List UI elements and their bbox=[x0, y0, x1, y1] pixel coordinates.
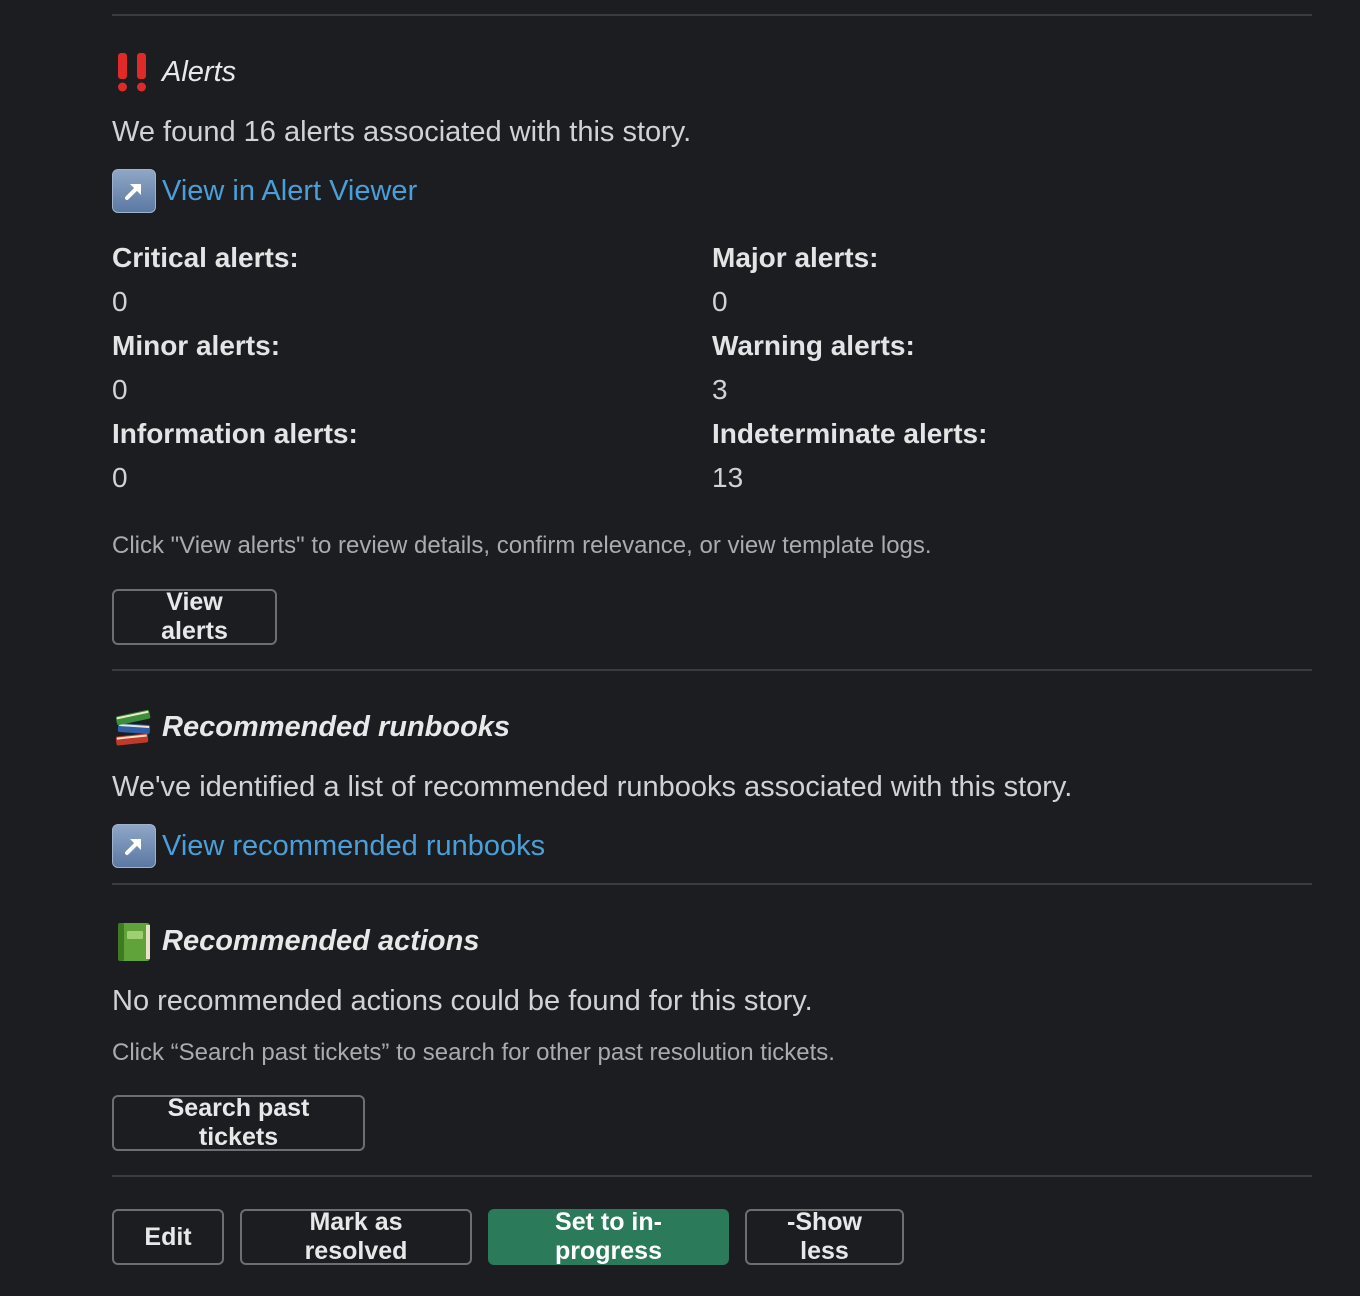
story-action-bar: Edit Mark as resolved Set to in-progress… bbox=[112, 1208, 1312, 1265]
story-details-panel: Alerts We found 16 alerts associated wit… bbox=[112, 0, 1312, 1265]
information-alerts-label: Information alerts: bbox=[112, 418, 358, 449]
warning-alerts: Warning alerts: 3 bbox=[712, 324, 1312, 412]
recommended-actions-hint: Click “Search past tickets” to search fo… bbox=[112, 1039, 835, 1066]
recommended-actions-section: Recommended actions No recommended actio… bbox=[112, 911, 1312, 1151]
actions-divider bbox=[112, 1175, 1312, 1177]
critical-alerts-label: Critical alerts: bbox=[112, 242, 299, 273]
major-alerts-label: Major alerts: bbox=[712, 242, 879, 273]
runbooks-divider bbox=[112, 883, 1312, 885]
mark-as-resolved-button[interactable]: Mark as resolved bbox=[240, 1208, 472, 1265]
alerts-hint: Click "View alerts" to review details, c… bbox=[112, 532, 932, 559]
major-alerts-value: 0 bbox=[712, 286, 728, 317]
show-less-button[interactable]: -Show less bbox=[745, 1208, 904, 1265]
recommended-actions-header: Recommended actions bbox=[112, 911, 1312, 971]
critical-alerts: Critical alerts: 0 bbox=[112, 236, 712, 324]
search-past-tickets-button[interactable]: Search past tickets bbox=[112, 1094, 365, 1151]
edit-button[interactable]: Edit bbox=[112, 1209, 224, 1265]
indeterminate-alerts-label: Indeterminate alerts: bbox=[712, 418, 988, 449]
alerts-divider bbox=[112, 669, 1312, 671]
alerts-summary: We found 16 alerts associated with this … bbox=[112, 116, 692, 148]
major-alerts: Major alerts: 0 bbox=[712, 236, 1312, 324]
critical-alerts-value: 0 bbox=[112, 286, 128, 317]
alert-viewer-link-label[interactable]: View in Alert Viewer bbox=[162, 175, 417, 208]
recommended-runbooks-link-label[interactable]: View recommended runbooks bbox=[162, 830, 545, 863]
indeterminate-alerts-value: 13 bbox=[712, 462, 744, 493]
recommended-actions-title: Recommended actions bbox=[162, 924, 480, 957]
runbooks-section: Recommended runbooks We've identified a … bbox=[112, 697, 1312, 875]
minor-alerts: Minor alerts: 0 bbox=[112, 324, 712, 412]
warning-alerts-value: 3 bbox=[712, 374, 728, 405]
minor-alerts-label: Minor alerts: bbox=[112, 330, 281, 361]
green-book-icon bbox=[112, 919, 156, 963]
runbooks-summary: We've identified a list of recommended r… bbox=[112, 771, 1073, 803]
alerts-title: Alerts bbox=[162, 55, 237, 88]
external-link-arrow-icon bbox=[112, 824, 156, 868]
double-exclamation-icon bbox=[112, 50, 156, 94]
runbooks-header: Recommended runbooks bbox=[112, 697, 1312, 757]
indeterminate-alerts: Indeterminate alerts: 13 bbox=[712, 412, 1312, 500]
alert-counts-grid: Critical alerts: 0 Major alerts: 0 Minor… bbox=[112, 236, 1312, 500]
minor-alerts-value: 0 bbox=[112, 374, 128, 405]
external-link-arrow-icon bbox=[112, 169, 156, 213]
alerts-section: Alerts We found 16 alerts associated wit… bbox=[112, 42, 1312, 645]
warning-alerts-label: Warning alerts: bbox=[712, 330, 915, 361]
top-divider bbox=[112, 14, 1312, 16]
alerts-header: Alerts bbox=[112, 42, 1312, 102]
set-in-progress-button[interactable]: Set to in-progress bbox=[488, 1208, 729, 1265]
information-alerts-value: 0 bbox=[112, 462, 128, 493]
recommended-actions-summary: No recommended actions could be found fo… bbox=[112, 985, 813, 1017]
recommended-runbooks-link[interactable]: View recommended runbooks bbox=[112, 817, 1312, 875]
runbooks-title: Recommended runbooks bbox=[162, 710, 511, 743]
books-icon bbox=[112, 705, 156, 749]
information-alerts: Information alerts: 0 bbox=[112, 412, 712, 500]
view-alerts-button[interactable]: View alerts bbox=[112, 588, 277, 645]
alert-viewer-link[interactable]: View in Alert Viewer bbox=[112, 162, 1312, 220]
